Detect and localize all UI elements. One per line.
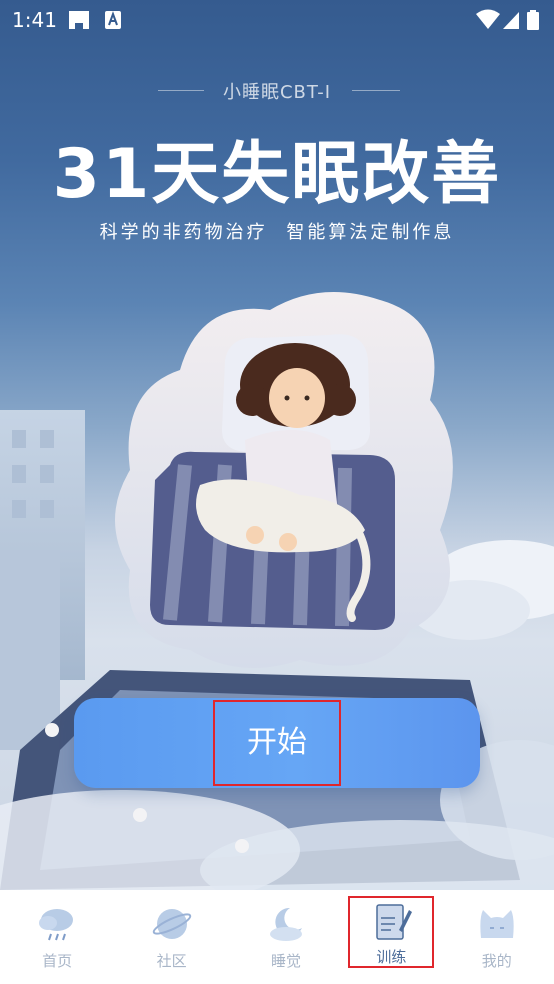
tab-training[interactable]: 训练: [348, 896, 435, 968]
sleeping-girl-illustration: [0, 292, 554, 890]
tab-community-label: 社区: [156, 952, 187, 970]
planet-icon: [152, 909, 191, 939]
tab-sleep-label: 睡觉: [270, 952, 301, 970]
subtitle-right-line: [352, 90, 400, 91]
a-badge-icon: [105, 11, 121, 29]
subtitle-row: 小睡眠CBT-I: [0, 78, 554, 104]
tab-home-label: 首页: [42, 952, 73, 970]
battery-icon: [527, 10, 539, 30]
onboarding-screen: 1:41 小睡眠CBT-I 31天失眠改善 科学的非药物治疗 智能算法定制作息: [0, 0, 554, 890]
tagline: 科学的非药物治疗 智能算法定制作息: [99, 222, 455, 243]
tab-home[interactable]: 首页: [5, 890, 109, 984]
bottom-nav: 首页 社区 睡觉 训练 我的: [0, 890, 554, 984]
start-button[interactable]: 开始: [74, 698, 480, 788]
notebook-pen-icon: [376, 904, 413, 940]
moon-cloud-icon: [269, 907, 302, 941]
tab-profile-label: 我的: [481, 952, 512, 970]
status-bar: 1:41: [0, 0, 554, 40]
cat-face-icon: [480, 910, 514, 938]
app-subtitle: 小睡眠CBT-I: [222, 82, 332, 103]
tab-sleep[interactable]: 睡觉: [234, 890, 338, 984]
status-time: 1:41: [12, 8, 57, 32]
game-controller-icon: [69, 11, 89, 29]
tab-training-label: 训练: [376, 948, 407, 966]
page-title: 31天失眠改善: [52, 135, 502, 214]
wifi-icon: [476, 9, 500, 29]
start-button-label: 开始: [213, 700, 341, 786]
cloud-rain-icon: [39, 909, 74, 941]
tab-profile[interactable]: 我的: [445, 890, 549, 984]
signal-icon: [503, 12, 519, 29]
tab-community[interactable]: 社区: [120, 890, 224, 984]
